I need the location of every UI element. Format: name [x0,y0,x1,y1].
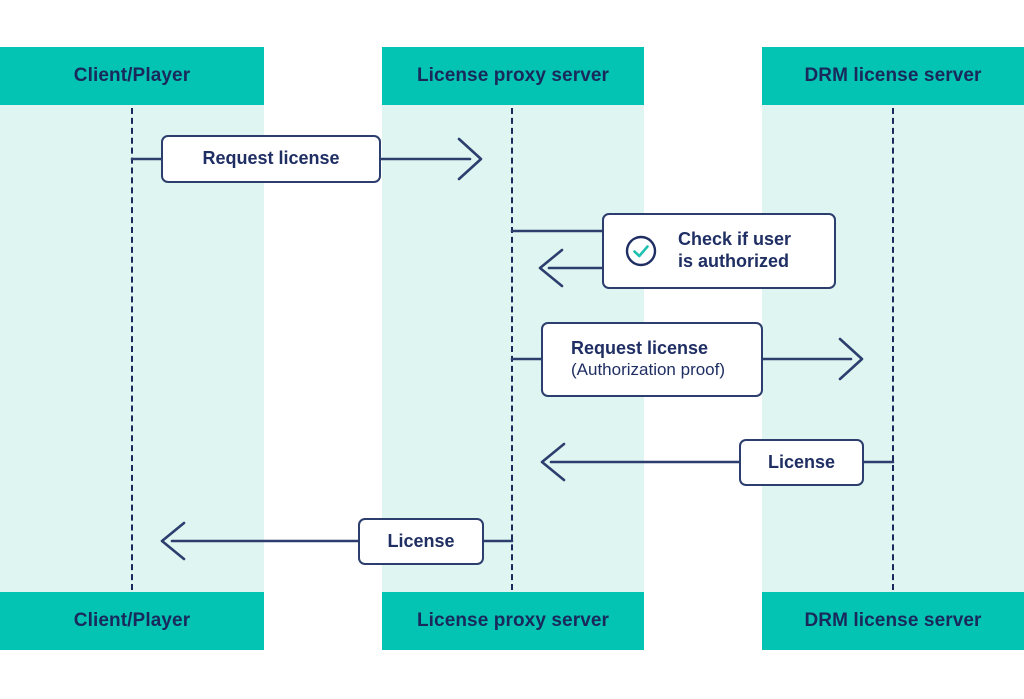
message-box-request-license-auth-proof[interactable]: Request license (Authorization proof) [541,322,763,397]
lifeline-proxy [511,108,513,590]
actor-footer-client-label: Client/Player [73,610,191,631]
message-box-license-from-drm[interactable]: License [739,439,864,486]
message-text-wrap: Check if user is authorized [678,229,791,273]
message-text-wrap: Request license (Authorization proof) [571,338,725,381]
message-title: License [767,451,836,472]
actor-header-drm-label: DRM license server [804,65,982,86]
lifeline-drm [892,108,894,590]
message-title-line2: is authorized [678,251,790,271]
message-text-wrap: License [387,531,454,553]
message-title-line1: Check if user [678,229,792,250]
actor-footer-drm: DRM license server [762,592,1024,650]
message-box-license-to-client[interactable]: License [358,518,484,565]
message-box-check-authorization[interactable]: Check if user is authorized [602,213,836,289]
check-circle-icon [624,234,658,268]
actor-header-drm: DRM license server [762,47,1024,105]
message-title: License [387,530,455,551]
actor-header-proxy: License proxy server [382,47,644,105]
actor-footer-proxy-label: License proxy server [416,610,610,631]
message-title: Request license [202,148,340,169]
actor-header-client-label: Client/Player [73,65,191,86]
actor-header-client: Client/Player [0,47,264,105]
sequence-diagram: Client/Player License proxy server DRM l… [0,0,1024,699]
message-text-wrap: Request license [202,148,339,170]
actor-header-proxy-label: License proxy server [416,65,610,86]
lifeline-client [131,108,133,590]
message-box-request-license[interactable]: Request license [161,135,381,183]
message-subtitle: (Authorization proof) [571,360,726,380]
actor-footer-proxy: License proxy server [382,592,644,650]
message-title: Request license [571,338,709,359]
actor-footer-client: Client/Player [0,592,264,650]
message-text-wrap: License [768,452,835,474]
actor-footer-drm-label: DRM license server [804,610,982,631]
